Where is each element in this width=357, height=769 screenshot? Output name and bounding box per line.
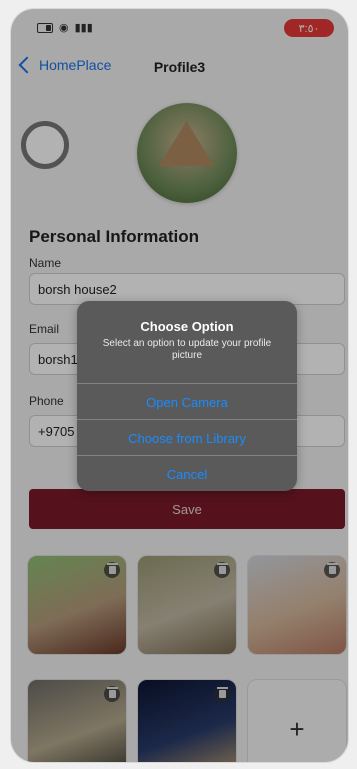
dialog-subtitle: Select an option to update your profile … bbox=[102, 338, 272, 361]
choose-library-option[interactable]: Choose from Library bbox=[77, 419, 297, 456]
choose-option-dialog: Choose Option Select an option to update… bbox=[77, 301, 297, 491]
phone-screen: ◉ ▮▮▮ ٣:٥٠ HomePlace Profile3 Personal I… bbox=[10, 8, 349, 763]
open-camera-option[interactable]: Open Camera bbox=[77, 383, 297, 420]
dialog-title: Choose Option bbox=[140, 319, 234, 334]
cancel-option[interactable]: Cancel bbox=[77, 455, 297, 491]
